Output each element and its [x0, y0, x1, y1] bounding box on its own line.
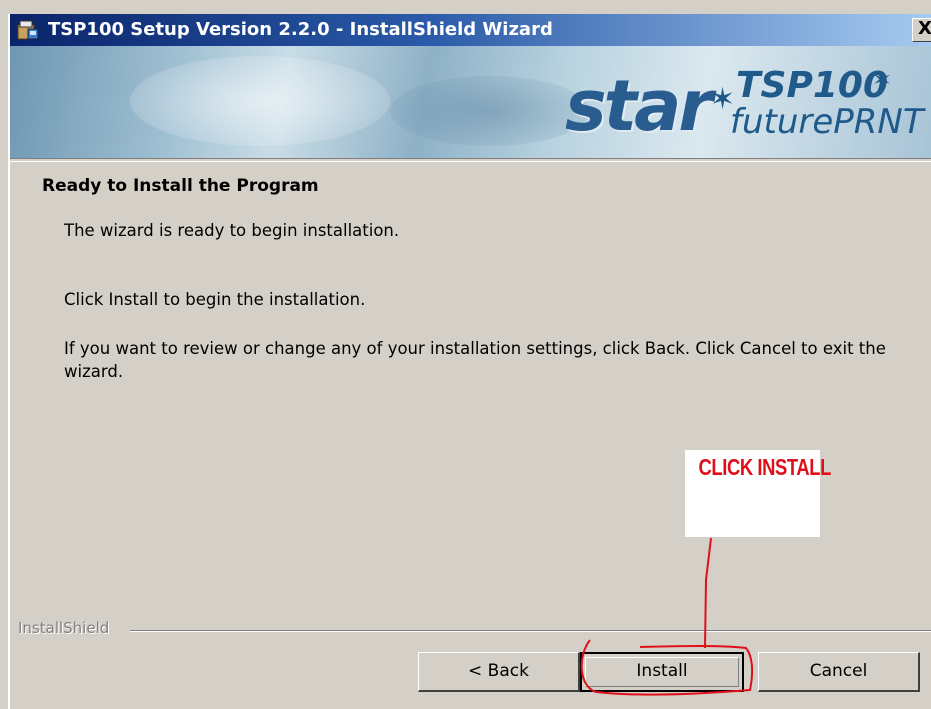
star-swoosh-icon: ✶	[872, 66, 893, 94]
installshield-wizard-window: TSP100 Setup Version 2.2.0 - InstallShie…	[0, 0, 931, 709]
ready-message: The wizard is ready to begin installatio…	[64, 221, 400, 240]
install-button[interactable]: Install	[580, 652, 744, 692]
back-cancel-instruction: If you want to review or change any of y…	[64, 339, 886, 381]
setup-app-icon	[17, 20, 39, 40]
product-sub-logo: futurePRNT	[730, 102, 924, 142]
footer-divider	[130, 630, 931, 632]
star-logo: star	[565, 65, 713, 147]
install-button-label: Install	[636, 661, 688, 681]
product-banner: star ✶ TSP100 ✶ futurePRNT	[10, 46, 931, 158]
cancel-button[interactable]: Cancel	[758, 652, 920, 692]
banner-decoration	[390, 76, 590, 146]
product-model-logo: TSP100	[736, 65, 889, 106]
page-heading: Ready to Install the Program	[42, 176, 319, 196]
banner-decoration	[130, 56, 390, 146]
banner-divider	[10, 158, 931, 162]
close-button[interactable]: X	[912, 18, 931, 42]
back-button[interactable]: < Back	[418, 652, 580, 692]
install-instruction: Click Install to begin the installation.	[64, 290, 366, 309]
callout-text: CLICK INSTALL	[698, 454, 832, 480]
title-bar[interactable]: TSP100 Setup Version 2.2.0 - InstallShie…	[10, 14, 931, 46]
window-title: TSP100 Setup Version 2.2.0 - InstallShie…	[48, 19, 553, 40]
click-install-callout: CLICK INSTALL	[685, 450, 832, 537]
installshield-brand: InstallShield	[18, 619, 116, 637]
